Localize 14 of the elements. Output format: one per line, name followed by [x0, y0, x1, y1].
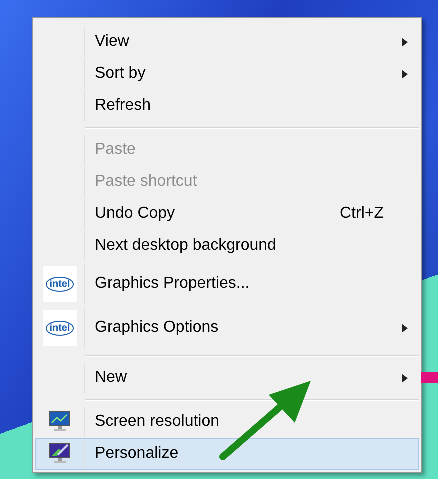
menu-item[interactable]: Sort by [35, 58, 419, 90]
logo: intel [46, 320, 74, 336]
marker-bar [421, 372, 438, 383]
menu-item[interactable]: Refresh [35, 90, 419, 122]
menu-item[interactable]: intel Graphics Properties... [35, 263, 419, 305]
menu-item[interactable]: Personalize [35, 438, 419, 470]
menu-item[interactable]: View [35, 26, 419, 58]
menu-item[interactable]: Next desktop background [35, 230, 419, 262]
menu-item[interactable]: Screen resolution [35, 406, 419, 438]
menu-item[interactable]: intel Graphics Options [35, 307, 419, 349]
monitor-icon [49, 411, 71, 433]
monitor-brush-icon [49, 443, 71, 465]
menu-item[interactable]: Undo Copy Ctrl+Z [35, 198, 419, 230]
logo: intel [46, 276, 74, 292]
